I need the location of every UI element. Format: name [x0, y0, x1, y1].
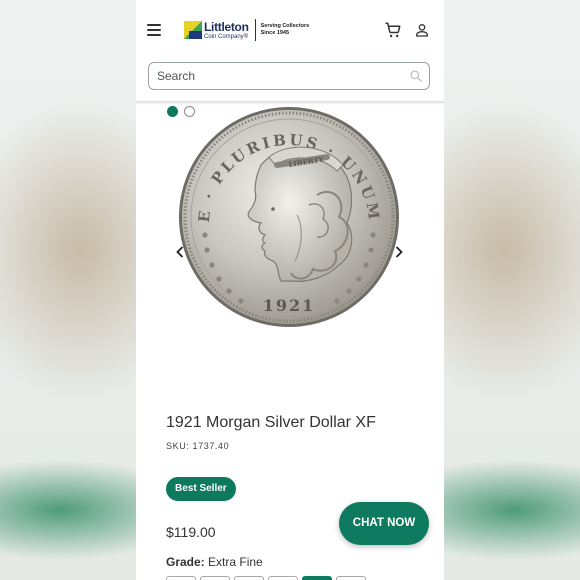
- logo-subname: Coin Company®: [204, 33, 249, 40]
- grade-option[interactable]: [166, 576, 196, 580]
- grade-option[interactable]: [268, 576, 298, 580]
- grade-options: [166, 576, 366, 580]
- product-image-coin[interactable]: E · PLURIBUS · UNUM LIBERTY 1921: [177, 105, 401, 329]
- site-header: Littleton Coin Company® Serving Collecto…: [136, 0, 444, 60]
- menu-icon[interactable]: [147, 24, 161, 36]
- product-price: $119.00: [166, 524, 216, 540]
- product-title: 1921 Morgan Silver Dollar XF: [166, 414, 376, 431]
- site-logo[interactable]: Littleton Coin Company® Serving Collecto…: [184, 18, 309, 42]
- coin-date: 1921: [263, 296, 316, 315]
- grade-option[interactable]: [234, 576, 264, 580]
- search-placeholder: Search: [157, 69, 196, 83]
- phone-screen: Littleton Coin Company® Serving Collecto…: [136, 0, 444, 580]
- grade-option[interactable]: [200, 576, 230, 580]
- chat-now-button[interactable]: CHAT NOW: [339, 502, 429, 545]
- grade-option-selected[interactable]: [302, 576, 332, 580]
- logo-tagline: Serving Collectors Since 1945: [260, 23, 310, 36]
- background-right-blur: [444, 0, 580, 580]
- grade-selector-label: Grade: Extra Fine: [166, 555, 263, 569]
- product-sku: SKU: 1737.40: [166, 441, 230, 451]
- best-seller-badge: Best Seller: [166, 477, 236, 501]
- background-left-blur: [0, 0, 136, 580]
- search-icon[interactable]: [409, 69, 423, 83]
- logo-divider: [254, 19, 256, 41]
- cart-icon[interactable]: [384, 21, 402, 39]
- grade-option[interactable]: [336, 576, 366, 580]
- search-input[interactable]: Search: [148, 62, 430, 90]
- logo-name: Littleton: [204, 19, 249, 34]
- logo-mark-icon: [184, 21, 202, 39]
- user-icon[interactable]: [414, 22, 430, 38]
